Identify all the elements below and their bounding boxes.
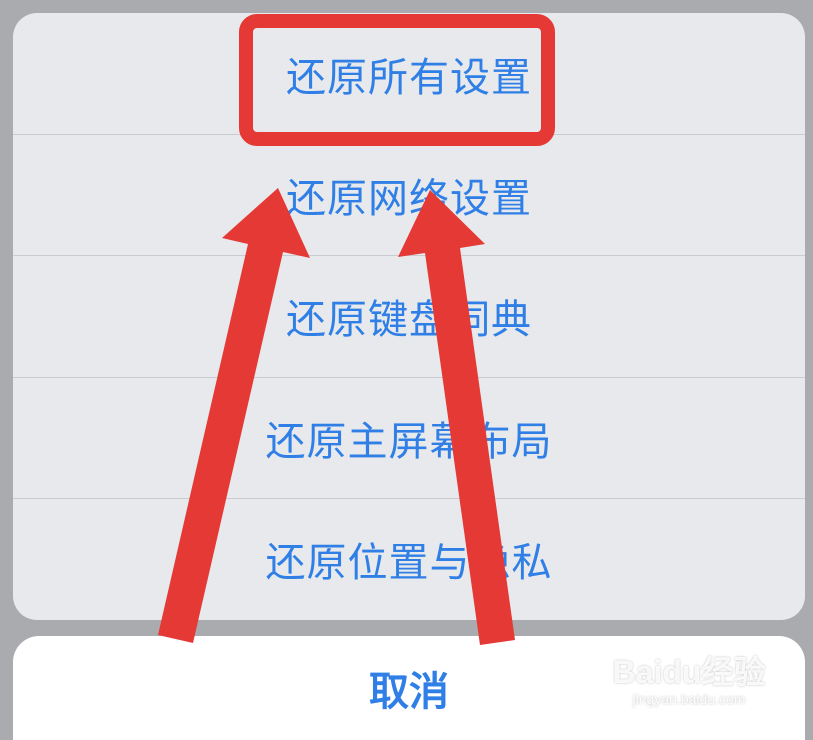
- reset-location-privacy-option[interactable]: 还原位置与隐私: [13, 498, 805, 619]
- reset-network-settings-label: 还原网络设置: [286, 175, 532, 222]
- reset-keyboard-dictionary-label: 还原键盘词典: [286, 296, 532, 343]
- cancel-sheet: 取消: [13, 636, 805, 740]
- reset-options-sheet: 还原所有设置 还原网络设置 还原键盘词典 还原主屏幕布局 还原位置与隐私: [13, 13, 805, 620]
- reset-all-settings-label: 还原所有设置: [286, 54, 532, 101]
- reset-keyboard-dictionary-option[interactable]: 还原键盘词典: [13, 255, 805, 376]
- cancel-button[interactable]: 取消: [13, 636, 805, 740]
- reset-home-screen-layout-label: 还原主屏幕布局: [265, 418, 553, 465]
- reset-all-settings-option[interactable]: 还原所有设置: [13, 13, 805, 134]
- reset-location-privacy-label: 还原位置与隐私: [265, 539, 553, 586]
- screen: 还原所有设置 还原网络设置 还原键盘词典 还原主屏幕布局 还原位置与隐私 取消: [0, 0, 813, 740]
- reset-home-screen-layout-option[interactable]: 还原主屏幕布局: [13, 377, 805, 498]
- reset-network-settings-option[interactable]: 还原网络设置: [13, 134, 805, 255]
